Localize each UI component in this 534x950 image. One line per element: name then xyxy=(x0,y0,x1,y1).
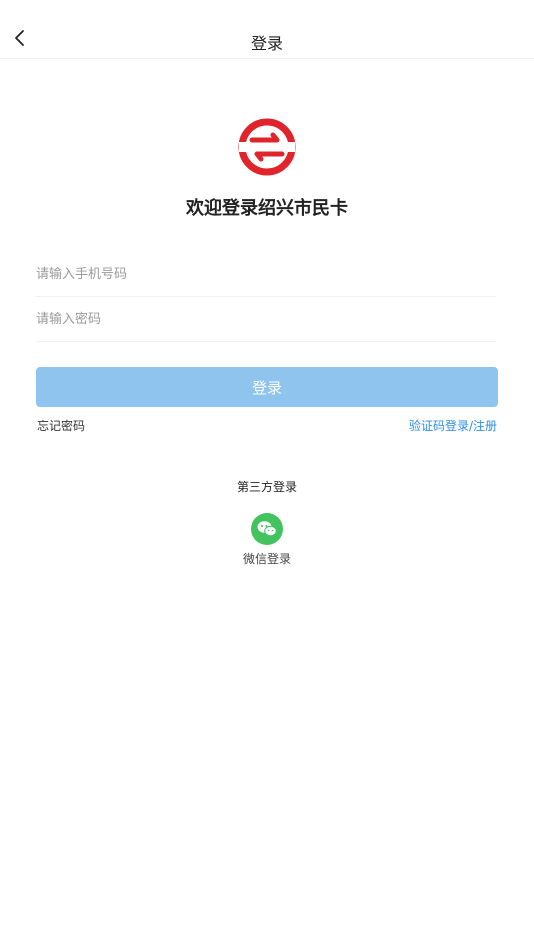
password-input[interactable] xyxy=(36,297,496,341)
password-field-row xyxy=(36,297,496,342)
wechat-login-label: 微信登录 xyxy=(242,552,291,566)
sms-login-link[interactable]: 验证码登录/注册 xyxy=(409,417,497,434)
phone-input[interactable] xyxy=(36,252,496,296)
forgot-password-link[interactable]: 忘记密码 xyxy=(37,417,85,434)
wechat-login-button[interactable]: 微信登录 xyxy=(227,513,307,569)
login-button[interactable]: 登录 xyxy=(36,367,498,407)
page-title: 登录 xyxy=(250,34,283,53)
navbar: 登录 xyxy=(0,18,534,59)
welcome-heading: 欢迎登录绍兴市民卡 xyxy=(186,198,348,219)
app-logo xyxy=(238,118,296,176)
phone-field-row xyxy=(36,252,496,297)
wechat-icon xyxy=(251,513,283,545)
third-party-login-title: 第三方登录 xyxy=(236,480,297,494)
